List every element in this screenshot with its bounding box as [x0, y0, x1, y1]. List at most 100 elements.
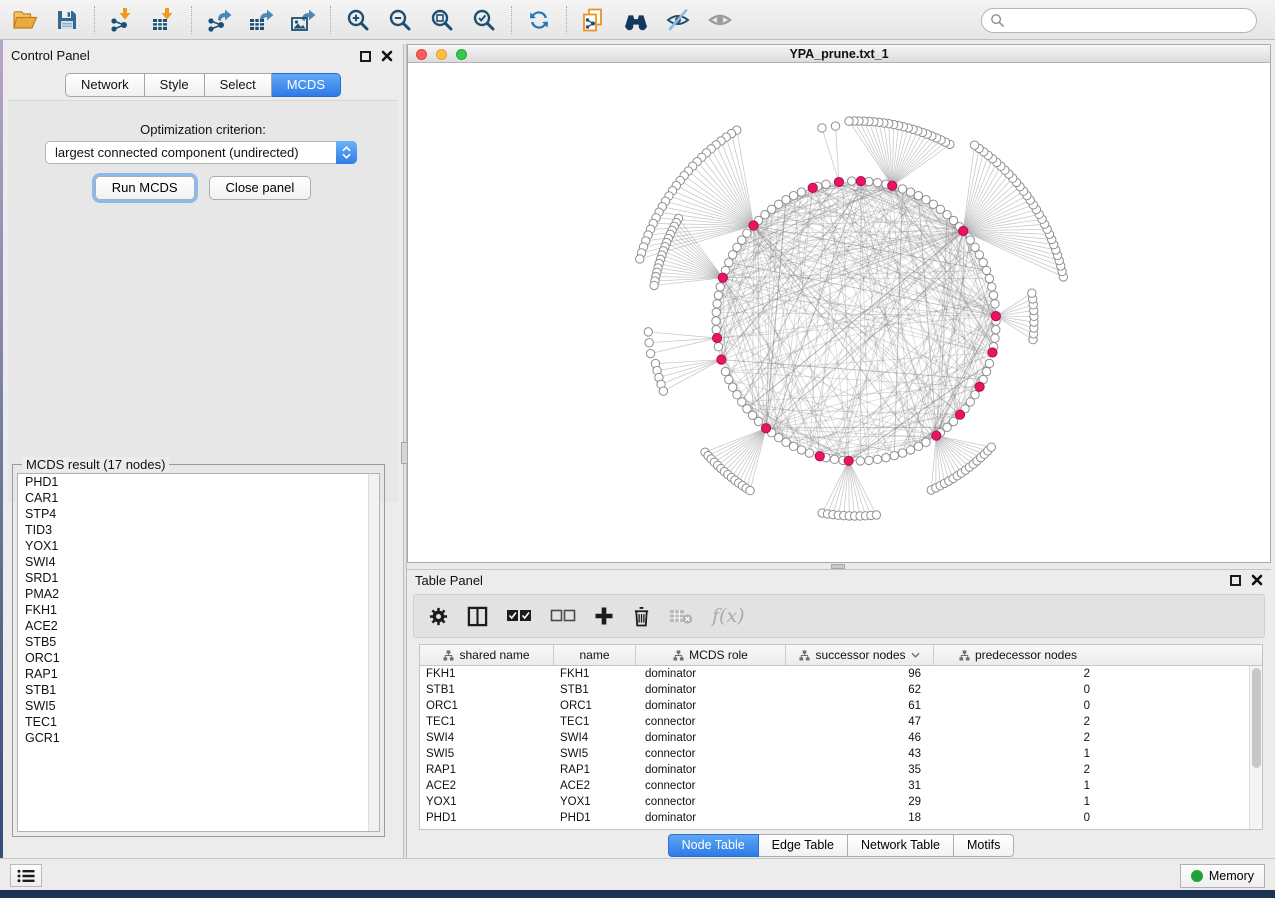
cell-successors[interactable]: 18: [786, 810, 934, 826]
mcds-result-item[interactable]: TID3: [18, 522, 379, 538]
network-node[interactable]: [991, 300, 999, 308]
cell-role[interactable]: connector: [636, 778, 786, 794]
cell-role[interactable]: dominator: [636, 762, 786, 778]
network-node[interactable]: [797, 188, 805, 196]
column-header-MCDS-role[interactable]: MCDS role: [636, 645, 786, 665]
network-node[interactable]: [650, 281, 658, 289]
mcds-result-item[interactable]: ORC1: [18, 650, 379, 666]
mcds-result-item[interactable]: GCR1: [18, 730, 379, 746]
network-node[interactable]: [822, 180, 830, 188]
cell-name[interactable]: SWI4: [554, 730, 636, 746]
apply-layout-button[interactable]: [520, 3, 558, 37]
table-row[interactable]: SWI5SWI5connector431: [420, 746, 1262, 762]
table-row[interactable]: RAP1RAP1dominator352: [420, 762, 1262, 778]
search-input[interactable]: [1005, 11, 1256, 31]
memory-button[interactable]: Memory: [1180, 864, 1265, 888]
network-hub-node[interactable]: [975, 382, 984, 391]
mcds-result-item[interactable]: FKH1: [18, 602, 379, 618]
cell-predecessors[interactable]: 1: [934, 794, 1102, 810]
cell-predecessors[interactable]: 2: [934, 714, 1102, 730]
network-node[interactable]: [988, 283, 996, 291]
network-node[interactable]: [898, 185, 906, 193]
network-node[interactable]: [898, 449, 906, 457]
close-panel-icon[interactable]: [381, 50, 393, 62]
cell-shared_name[interactable]: ACE2: [420, 778, 554, 794]
network-node[interactable]: [975, 251, 983, 259]
cell-name[interactable]: RAP1: [554, 762, 636, 778]
network-hub-node[interactable]: [959, 226, 968, 235]
delete-table-button[interactable]: [669, 608, 693, 625]
cell-role[interactable]: dominator: [636, 682, 786, 698]
cell-role[interactable]: dominator: [636, 666, 786, 682]
table-row[interactable]: SWI4SWI4dominator462: [420, 730, 1262, 746]
save-session-button[interactable]: [48, 3, 86, 37]
network-node[interactable]: [797, 446, 805, 454]
network-node[interactable]: [872, 511, 880, 519]
cell-name[interactable]: STB1: [554, 682, 636, 698]
network-node[interactable]: [644, 328, 652, 336]
tab-network-table[interactable]: Network Table: [848, 834, 954, 857]
mcds-result-item[interactable]: PHD1: [18, 474, 379, 490]
network-hub-node[interactable]: [834, 177, 843, 186]
network-node[interactable]: [966, 236, 974, 244]
zoom-out-button[interactable]: [381, 3, 419, 37]
cell-shared_name[interactable]: PHD1: [420, 810, 554, 826]
cell-name[interactable]: PHD1: [554, 810, 636, 826]
create-column-button[interactable]: [594, 606, 614, 626]
cell-role[interactable]: dominator: [636, 698, 786, 714]
cell-name[interactable]: YOX1: [554, 794, 636, 810]
network-node[interactable]: [789, 442, 797, 450]
cell-successors[interactable]: 35: [786, 762, 934, 778]
network-hub-node[interactable]: [955, 410, 964, 419]
cell-predecessors[interactable]: 1: [934, 746, 1102, 762]
float-panel-icon[interactable]: [1230, 575, 1241, 586]
cell-name[interactable]: SWI5: [554, 746, 636, 762]
mcds-result-list[interactable]: PHD1CAR1STP4TID3YOX1SWI4SRD1PMA2FKH1ACE2…: [17, 473, 380, 832]
mcds-result-item[interactable]: PMA2: [18, 586, 379, 602]
network-hub-node[interactable]: [749, 221, 758, 230]
cell-shared_name[interactable]: YOX1: [420, 794, 554, 810]
task-history-button[interactable]: [10, 864, 42, 887]
cell-successors[interactable]: 62: [786, 682, 934, 698]
cell-shared_name[interactable]: SWI5: [420, 746, 554, 762]
duplicate-network-button[interactable]: [575, 3, 613, 37]
zoom-selected-button[interactable]: [465, 3, 503, 37]
network-node[interactable]: [873, 455, 881, 463]
table-row[interactable]: YOX1YOX1connector291: [420, 794, 1262, 810]
cell-name[interactable]: ACE2: [554, 778, 636, 794]
mcds-result-item[interactable]: TEC1: [18, 714, 379, 730]
network-hub-node[interactable]: [932, 431, 941, 440]
tab-node-table[interactable]: Node Table: [668, 834, 759, 857]
network-node[interactable]: [882, 454, 890, 462]
cell-predecessors[interactable]: 0: [934, 810, 1102, 826]
network-node[interactable]: [728, 383, 736, 391]
network-node[interactable]: [1028, 289, 1036, 297]
mcds-list-scrollbar[interactable]: [368, 474, 379, 831]
cell-role[interactable]: connector: [636, 794, 786, 810]
mcds-result-item[interactable]: RAP1: [18, 666, 379, 682]
network-node[interactable]: [922, 438, 930, 446]
criterion-select[interactable]: largest connected component (undirected): [45, 141, 357, 164]
network-node[interactable]: [949, 417, 957, 425]
column-header-shared-name[interactable]: shared name: [420, 645, 554, 665]
cell-name[interactable]: TEC1: [554, 714, 636, 730]
network-node[interactable]: [714, 291, 722, 299]
cell-successors[interactable]: 31: [786, 778, 934, 794]
network-node[interactable]: [721, 367, 729, 375]
network-hub-node[interactable]: [808, 183, 817, 192]
column-header-name[interactable]: name: [554, 645, 636, 665]
mcds-result-item[interactable]: STB5: [18, 634, 379, 650]
function-builder-button[interactable]: f(x): [712, 605, 745, 627]
network-node[interactable]: [733, 243, 741, 251]
cell-name[interactable]: ORC1: [554, 698, 636, 714]
network-node[interactable]: [714, 343, 722, 351]
tab-style[interactable]: Style: [145, 73, 205, 97]
network-node[interactable]: [979, 258, 987, 266]
table-settings-button[interactable]: [428, 606, 449, 627]
network-node[interactable]: [712, 308, 720, 316]
delete-column-button[interactable]: [632, 606, 651, 627]
cell-shared_name[interactable]: FKH1: [420, 666, 554, 682]
network-node[interactable]: [746, 486, 754, 494]
cell-name[interactable]: FKH1: [554, 666, 636, 682]
network-hub-node[interactable]: [718, 273, 727, 282]
